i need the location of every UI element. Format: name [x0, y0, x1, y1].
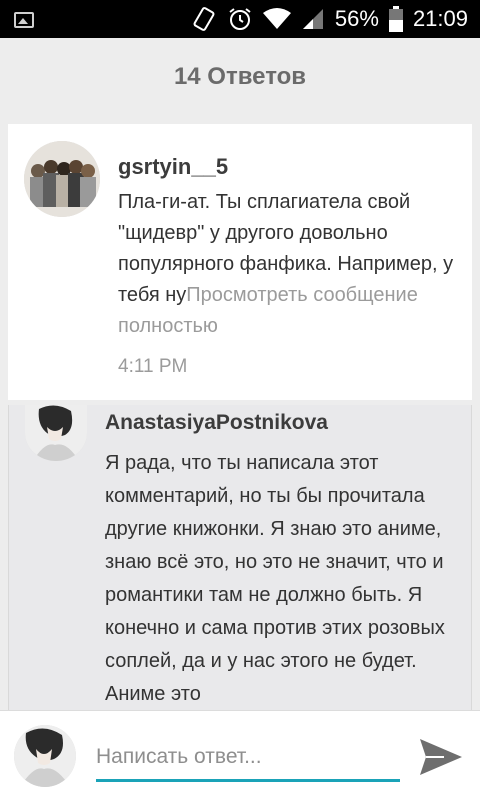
anime-avatar-icon — [14, 725, 76, 787]
comment-text: Я рада, что ты написала этот комментарий… — [105, 452, 445, 705]
battery-percent: 56% — [334, 6, 379, 31]
avatar[interactable] — [25, 405, 87, 461]
anime-avatar-icon — [25, 405, 87, 461]
reply-input-underline — [96, 779, 400, 782]
comment-card[interactable]: AnastasiyaPostnikova Я рада, что ты напи… — [8, 405, 472, 725]
group-photo-icon — [24, 141, 100, 217]
comment-author[interactable]: gsrtyin__5 — [118, 154, 228, 180]
alarm-icon — [229, 8, 251, 30]
header: 14 Ответов — [0, 38, 480, 116]
comment-time: 4:11 PM — [118, 356, 188, 377]
status-bar: 56% 21:09 — [0, 0, 480, 38]
wifi-icon — [262, 8, 291, 29]
avatar[interactable] — [24, 141, 100, 217]
reply-input[interactable] — [96, 741, 400, 773]
reply-bar — [0, 710, 480, 800]
comment-text: Пла-ги-ат. Ты сплагиатела свой "щидевр" … — [118, 187, 468, 342]
avatar[interactable] — [14, 725, 76, 787]
send-icon[interactable] — [418, 737, 464, 777]
comment-author[interactable]: AnastasiyaPostnikova — [105, 411, 328, 435]
status-icons: 56% 21:09 — [191, 0, 468, 38]
gallery-icon — [14, 12, 34, 28]
page-title: 14 Ответов — [173, 63, 307, 90]
battery-icon — [388, 6, 403, 32]
signal-icon — [302, 9, 323, 29]
vibrate-icon — [193, 7, 215, 31]
comment-card[interactable]: gsrtyin__5 Пла-ги-ат. Ты сплагиатела сво… — [8, 124, 472, 400]
clock: 21:09 — [412, 6, 468, 31]
